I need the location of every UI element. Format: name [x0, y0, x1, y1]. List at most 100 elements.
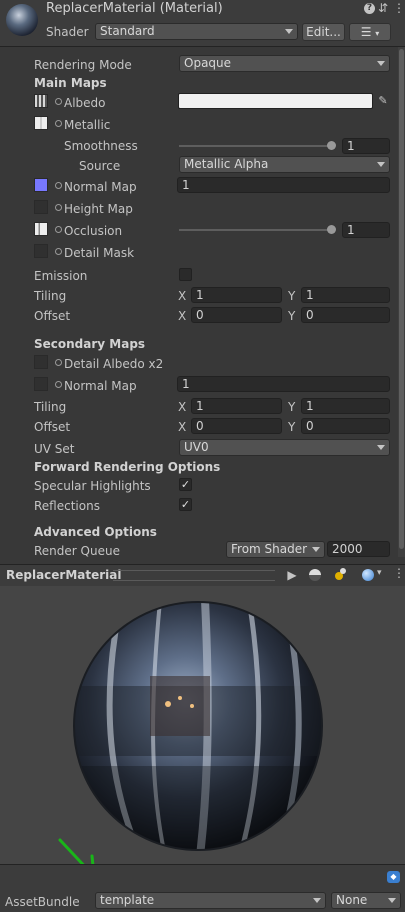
occlusion-label: Occlusion — [64, 224, 123, 238]
albedo-color-field[interactable] — [178, 93, 373, 109]
eyedropper-icon[interactable]: ✎ — [376, 93, 390, 109]
albedo-texture-slot[interactable] — [34, 94, 48, 108]
emission-label: Emission — [34, 269, 88, 283]
detail-mask-label: Detail Mask — [64, 246, 135, 260]
play-icon[interactable]: ▶ — [283, 566, 301, 584]
help-icon[interactable]: ? — [364, 3, 375, 14]
tiling-x-label: X — [178, 289, 187, 303]
shader-value: Standard — [100, 24, 155, 38]
uv-set-dropdown[interactable]: UV0 — [179, 439, 390, 456]
preview-viewport[interactable] — [0, 586, 405, 878]
metallic-picker-icon[interactable] — [55, 120, 62, 127]
normal-map-picker-icon[interactable] — [55, 182, 62, 189]
chevron-down-icon — [312, 547, 320, 552]
normal-map-texture-slot[interactable] — [34, 178, 48, 192]
preview-background-icon[interactable] — [362, 569, 374, 581]
occlusion-slider-knob[interactable] — [327, 225, 336, 234]
offset-label: Offset — [34, 309, 71, 323]
offset-y-field[interactable]: 0 — [301, 307, 390, 323]
chevron-down-icon — [313, 898, 321, 903]
smoothness-value-field[interactable]: 1 — [342, 138, 390, 154]
chevron-down-icon — [388, 898, 396, 903]
secondary-tiling-label: Tiling — [34, 400, 67, 414]
assetbundle-variant-dropdown[interactable]: None — [331, 892, 401, 909]
normal-map-scale-field[interactable]: 1 — [177, 177, 390, 193]
secondary-offset-label: Offset — [34, 420, 71, 434]
secondary-offset-x-field[interactable]: 0 — [191, 418, 282, 434]
height-map-texture-slot[interactable] — [34, 200, 48, 214]
offset-x-label: X — [178, 309, 187, 323]
scrollbar-thumb[interactable] — [399, 49, 404, 549]
edit-shader-button[interactable]: Edit... — [302, 23, 345, 41]
specular-highlights-checkbox[interactable]: ✓ — [179, 478, 192, 491]
shader-label: Shader — [46, 25, 89, 39]
forward-rendering-heading: Forward Rendering Options — [34, 460, 221, 474]
metallic-texture-slot[interactable] — [34, 116, 48, 130]
tiling-y-field[interactable]: 1 — [301, 287, 390, 303]
render-queue-mode-dropdown[interactable]: From Shader — [226, 541, 325, 558]
lighting-icon[interactable] — [335, 568, 347, 580]
chevron-down-icon[interactable]: ▾ — [377, 568, 382, 578]
occlusion-picker-icon[interactable] — [55, 226, 62, 233]
material-preview-sphere — [73, 601, 323, 851]
list-options-button[interactable]: ☰ ▾ — [349, 23, 391, 41]
secondary-normal-map-picker-icon[interactable] — [55, 381, 62, 388]
assetbundle-value: template — [100, 893, 155, 907]
source-value: Metallic Alpha — [184, 157, 269, 171]
metallic-label: Metallic — [64, 118, 111, 132]
source-dropdown[interactable]: Metallic Alpha — [179, 156, 390, 173]
smoothness-slider-track[interactable] — [179, 145, 333, 147]
material-title: ReplacerMaterial (Material) — [46, 1, 223, 16]
detail-mask-picker-icon[interactable] — [55, 248, 62, 255]
secondary-normal-map-scale-field[interactable]: 1 — [177, 376, 390, 392]
chevron-down-icon — [377, 61, 385, 66]
assetbundle-dropdown[interactable]: template — [95, 892, 326, 909]
detail-albedo-texture-slot[interactable] — [34, 355, 48, 369]
uv-set-value: UV0 — [184, 440, 209, 454]
mesh-sphere-icon[interactable] — [309, 569, 321, 581]
smoothness-label: Smoothness — [64, 139, 138, 153]
secondary-tiling-y-field[interactable]: 1 — [301, 398, 390, 414]
offset-y-label: Y — [288, 309, 296, 323]
height-map-picker-icon[interactable] — [55, 204, 62, 211]
preview-title: ReplacerMaterial — [6, 568, 122, 582]
labels-strip: ◆ — [0, 864, 405, 889]
kebab-menu-icon[interactable]: ⋮ — [393, 1, 405, 15]
rendering-mode-dropdown[interactable]: Opaque — [179, 55, 390, 72]
reflections-label: Reflections — [34, 499, 100, 513]
albedo-picker-icon[interactable] — [55, 98, 62, 105]
preview-drag-handle[interactable] — [113, 570, 275, 581]
source-label: Source — [79, 159, 121, 173]
inspector-scrollbar[interactable] — [398, 47, 405, 557]
reflections-checkbox[interactable]: ✓ — [179, 498, 192, 511]
material-thumbnail — [6, 4, 38, 36]
secondary-offset-x-label: X — [178, 420, 187, 434]
secondary-maps-heading: Secondary Maps — [34, 337, 146, 351]
kebab-menu-icon[interactable]: ⋮ — [393, 566, 405, 580]
asset-labels-icon[interactable]: ◆ — [387, 871, 400, 883]
detail-albedo-picker-icon[interactable] — [55, 359, 62, 366]
offset-x-field[interactable]: 0 — [191, 307, 282, 323]
chevron-down-icon — [377, 445, 385, 450]
secondary-tiling-x-field[interactable]: 1 — [191, 398, 282, 414]
detail-mask-texture-slot[interactable] — [34, 244, 48, 258]
preview-toolbar: ReplacerMaterial ▶ ▾ ⋮ — [0, 564, 405, 587]
chevron-down-icon — [285, 29, 293, 34]
advanced-options-heading: Advanced Options — [34, 525, 157, 539]
settings-sliders-icon[interactable]: ⇵ — [378, 1, 388, 15]
render-queue-label: Render Queue — [34, 544, 120, 558]
secondary-tiling-x-label: X — [178, 400, 187, 414]
uv-set-label: UV Set — [34, 442, 75, 456]
detail-albedo-label: Detail Albedo x2 — [64, 357, 164, 371]
smoothness-slider-knob[interactable] — [327, 141, 336, 150]
secondary-offset-y-field[interactable]: 0 — [301, 418, 390, 434]
secondary-normal-map-texture-slot[interactable] — [34, 377, 48, 391]
occlusion-value-field[interactable]: 1 — [342, 222, 390, 238]
occlusion-texture-slot[interactable] — [34, 222, 48, 236]
assetbundle-label: AssetBundle — [5, 895, 80, 909]
shader-dropdown[interactable]: Standard — [95, 23, 298, 40]
occlusion-slider-track[interactable] — [179, 229, 333, 231]
emission-checkbox[interactable] — [179, 268, 192, 281]
render-queue-value-field[interactable]: 2000 — [327, 541, 390, 557]
tiling-x-field[interactable]: 1 — [191, 287, 282, 303]
